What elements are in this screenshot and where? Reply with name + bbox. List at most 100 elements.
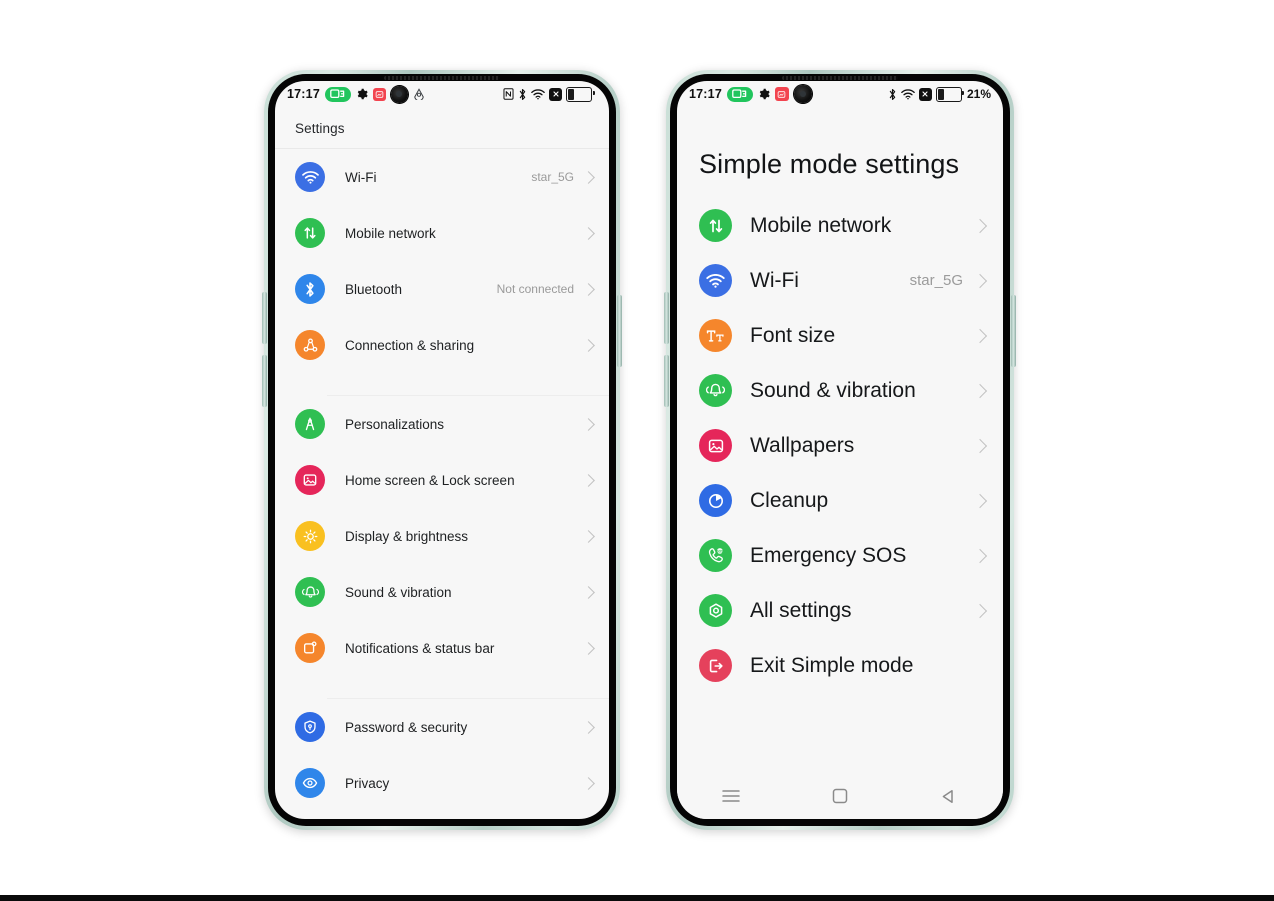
- settings-row-notifications-status-bar[interactable]: Notifications & status bar: [275, 620, 609, 676]
- exit-simple-mode-icon: [699, 649, 732, 682]
- bluetooth-icon: [295, 274, 325, 304]
- chevron-right-icon: [972, 548, 988, 563]
- cleanup-icon: [699, 484, 732, 517]
- status-time: 17:17: [287, 87, 320, 101]
- settings-row-label: Connection & sharing: [345, 337, 475, 353]
- volume-down-button-right[interactable]: [664, 355, 669, 407]
- settings-row-label: Privacy: [345, 775, 390, 791]
- wifi-icon: [901, 88, 915, 100]
- simple-row-wallpapers[interactable]: Wallpapers: [677, 418, 1003, 473]
- status-bar-right: 17:17 21%: [677, 81, 1003, 107]
- chevron-right-icon: [972, 438, 988, 453]
- settings-row-label: Wi-Fi: [345, 169, 377, 185]
- settings-row-connection-sharing[interactable]: Connection & sharing: [275, 317, 609, 373]
- phone-screen-left: 17:17 Settings Wi-Fi star_5G Mobile netw…: [275, 81, 609, 819]
- settings-row-privacy[interactable]: Privacy: [275, 755, 609, 811]
- bluetooth-icon: [518, 88, 527, 101]
- chevron-right-icon: [972, 493, 988, 508]
- battery-icon: [566, 86, 595, 102]
- settings-row-label: Bluetooth: [345, 281, 403, 297]
- notifications-statusbar-icon: [295, 633, 325, 663]
- simple-row-cleanup[interactable]: Cleanup: [677, 473, 1003, 528]
- phone-screen-right: 17:17 21% Simple mode settings Mobile ne…: [677, 81, 1003, 819]
- home-lock-screen-icon: [295, 465, 325, 495]
- font-size-icon: [699, 319, 732, 352]
- simple-row-label: Font size: [750, 323, 836, 347]
- settings-group-personalization: Personalizations Home screen & Lock scre…: [275, 396, 609, 676]
- chevron-right-icon: [582, 641, 595, 655]
- battery-icon: [935, 86, 965, 102]
- all-settings-icon: [699, 594, 732, 627]
- status-bar-right-group: [503, 86, 597, 102]
- simple-row-label: Sound & vibration: [750, 378, 916, 402]
- settings-row-bluetooth[interactable]: Bluetooth Not connected: [275, 261, 609, 317]
- simple-row-font-size[interactable]: Font size: [677, 308, 1003, 363]
- volume-down-button-left[interactable]: [262, 355, 267, 407]
- chevron-right-icon: [582, 720, 595, 734]
- page-title-simple-mode: Simple mode settings: [699, 149, 960, 179]
- phone-device-left: 17:17 Settings Wi-Fi star_5G Mobile netw…: [262, 70, 622, 830]
- mobile-network-icon: [699, 209, 732, 242]
- simple-row-label: Wi-Fi: [750, 268, 799, 292]
- recents-menu-icon[interactable]: [720, 785, 742, 807]
- earpiece-speaker-right: [782, 76, 898, 80]
- settings-row-display-brightness[interactable]: Display & brightness: [275, 508, 609, 564]
- settings-group-security: Password & security Privacy: [275, 699, 609, 811]
- settings-row-value: star_5G: [531, 170, 574, 184]
- status-time: 17:17: [689, 87, 722, 101]
- simple-row-sound-vibration[interactable]: Sound & vibration: [677, 363, 1003, 418]
- screen-cast-pill-icon: [726, 86, 753, 102]
- volume-up-button-left[interactable]: [262, 292, 267, 344]
- emergency-sos-icon: SOS: [699, 539, 732, 572]
- simple-row-exit-simple-mode[interactable]: Exit Simple mode: [677, 638, 1003, 693]
- settings-row-label: Mobile network: [345, 225, 436, 241]
- power-button-left[interactable]: [617, 295, 622, 367]
- chevron-right-icon: [582, 170, 595, 184]
- simple-row-emergency-sos[interactable]: SOS Emergency SOS: [677, 528, 1003, 583]
- red-app-icon: [774, 87, 789, 101]
- canvas: 17:17 Settings Wi-Fi star_5G Mobile netw…: [0, 0, 1274, 901]
- sound-vibration-icon: [699, 374, 732, 407]
- simple-row-mobile-network[interactable]: Mobile network: [677, 198, 1003, 253]
- personalizations-icon: [295, 409, 325, 439]
- status-bar-left: 17:17: [275, 81, 609, 107]
- settings-row-home-lock-screen[interactable]: Home screen & Lock screen: [275, 452, 609, 508]
- nfc-icon: [503, 88, 514, 100]
- simple-row-label: Wallpapers: [750, 433, 855, 457]
- system-navigation-bar: [677, 773, 1003, 819]
- wifi-icon: [531, 88, 545, 100]
- settings-row-password-security[interactable]: Password & security: [275, 699, 609, 755]
- chevron-right-icon: [582, 338, 595, 352]
- password-security-icon: [295, 712, 325, 742]
- chevron-right-icon: [972, 383, 988, 398]
- battery-percent-label: 21%: [966, 87, 991, 101]
- settings-row-label: Sound & vibration: [345, 584, 452, 600]
- settings-row-value: Not connected: [496, 282, 574, 296]
- sound-vibration-icon: [295, 577, 325, 607]
- power-button-right[interactable]: [1011, 295, 1016, 367]
- simple-row-all-settings[interactable]: All settings: [677, 583, 1003, 638]
- simple-row-wifi[interactable]: Wi-Fi star_5G: [677, 253, 1003, 308]
- chevron-right-icon: [582, 226, 595, 240]
- volume-up-button-right[interactable]: [664, 292, 669, 344]
- settings-row-wifi[interactable]: Wi-Fi star_5G: [275, 149, 609, 205]
- vibrate-mute-icon: [918, 87, 932, 101]
- home-square-icon[interactable]: [829, 785, 851, 807]
- chevron-right-icon: [582, 585, 595, 599]
- gear-icon: [758, 88, 770, 100]
- status-bar-left-group: 17:17: [287, 85, 425, 103]
- settings-row-mobile-network[interactable]: Mobile network: [275, 205, 609, 261]
- settings-row-sound-vibration[interactable]: Sound & vibration: [275, 564, 609, 620]
- back-triangle-icon[interactable]: [938, 785, 960, 807]
- screen-cast-pill-icon: [324, 86, 351, 102]
- gear-icon: [356, 88, 368, 100]
- chevron-right-icon: [582, 282, 595, 296]
- settings-row-label: Display & brightness: [345, 528, 469, 544]
- simple-row-value: star_5G: [909, 272, 963, 289]
- settings-row-personalizations[interactable]: Personalizations: [275, 396, 609, 452]
- page-title-settings: Settings: [295, 121, 345, 136]
- settings-group-network: Wi-Fi star_5G Mobile network Bluetooth N…: [275, 149, 609, 373]
- chevron-right-icon: [582, 529, 595, 543]
